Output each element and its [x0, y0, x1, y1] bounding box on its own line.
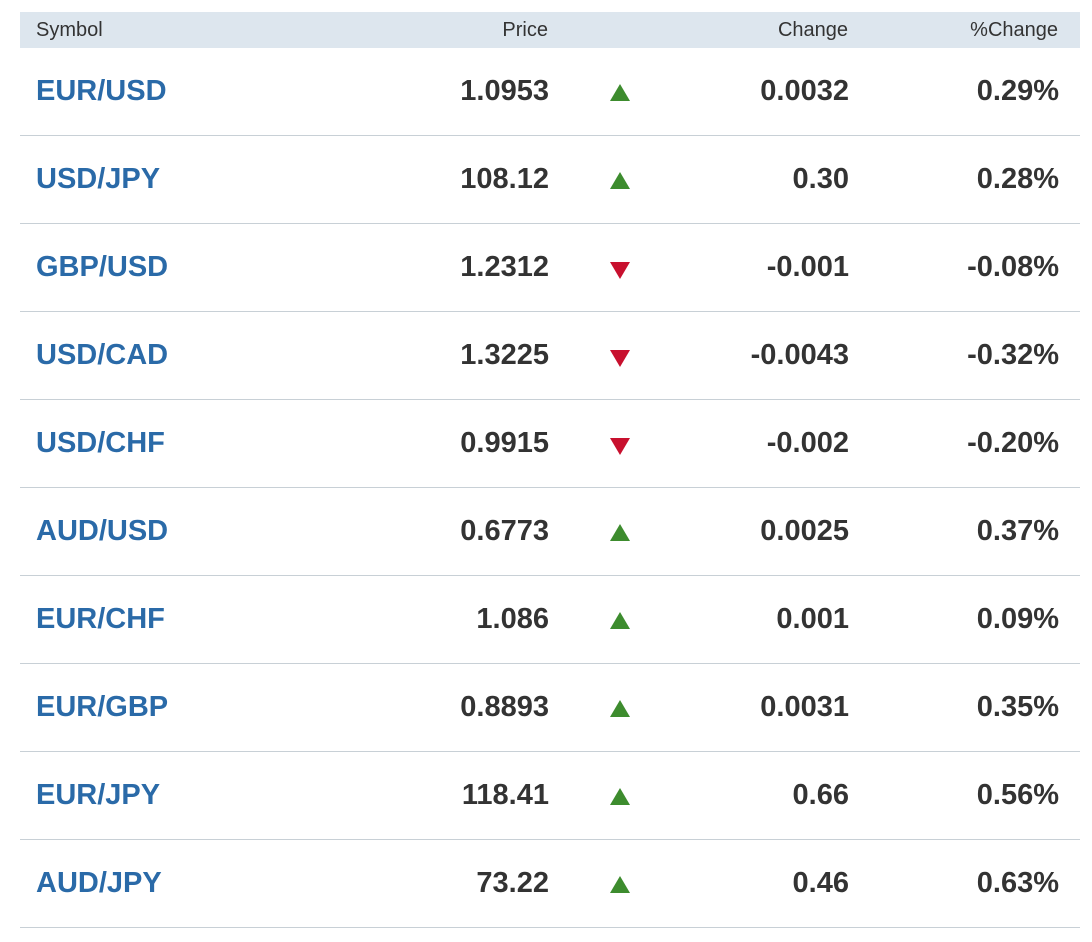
price-value: 1.2312: [460, 251, 549, 283]
change-value: 0.46: [792, 867, 849, 899]
price-value: 0.9915: [460, 427, 549, 459]
column-header-symbol[interactable]: Symbol: [36, 12, 103, 48]
symbol-link[interactable]: EUR/USD: [36, 48, 167, 135]
pct-change-value: 0.09%: [976, 603, 1059, 635]
table-row: EUR/JPY 118.41 0.66 0.56%: [20, 752, 1080, 840]
down-triangle-icon: [610, 438, 630, 455]
price-value: 1.086: [476, 603, 549, 635]
table-header: Symbol Price Change %Change: [20, 12, 1080, 48]
symbol-link[interactable]: GBP/USD: [36, 224, 168, 311]
pct-change-value: 0.63%: [976, 867, 1059, 899]
table-row: EUR/CHF 1.086 0.001 0.09%: [20, 576, 1080, 664]
table-row: EUR/USD 1.0953 0.0032 0.29%: [20, 48, 1080, 136]
symbol-link[interactable]: USD/JPY: [36, 136, 160, 223]
symbol-link[interactable]: EUR/CHF: [36, 576, 165, 663]
price-value: 73.22: [476, 867, 549, 899]
up-triangle-icon: [610, 172, 630, 189]
table-row: AUD/JPY 73.22 0.46 0.63%: [20, 840, 1080, 928]
table-row: USD/JPY 108.12 0.30 0.28%: [20, 136, 1080, 224]
pct-change-value: -0.20%: [967, 427, 1059, 459]
symbol-link[interactable]: EUR/JPY: [36, 752, 160, 839]
pct-change-value: -0.08%: [967, 251, 1059, 283]
price-value: 1.3225: [460, 339, 549, 371]
down-triangle-icon: [610, 350, 630, 367]
change-value: -0.0043: [750, 339, 849, 371]
change-value: 0.0031: [760, 691, 849, 723]
up-triangle-icon: [610, 876, 630, 893]
change-value: -0.002: [766, 427, 849, 459]
symbol-link[interactable]: USD/CHF: [36, 400, 165, 487]
price-value: 118.41: [461, 779, 549, 811]
pct-change-value: 0.35%: [976, 691, 1059, 723]
change-value: -0.001: [766, 251, 849, 283]
symbol-link[interactable]: EUR/GBP: [36, 664, 168, 751]
price-value: 1.0953: [460, 75, 549, 107]
up-triangle-icon: [610, 788, 630, 805]
price-value: 0.8893: [460, 691, 549, 723]
table-row: EUR/GBP 0.8893 0.0031 0.35%: [20, 664, 1080, 752]
up-triangle-icon: [610, 700, 630, 717]
up-triangle-icon: [610, 612, 630, 629]
pct-change-value: 0.29%: [976, 75, 1059, 107]
pct-change-value: 0.56%: [976, 779, 1059, 811]
price-value: 108.12: [460, 163, 549, 195]
table-row: GBP/USD 1.2312 -0.001 -0.08%: [20, 224, 1080, 312]
pct-change-value: 0.37%: [976, 515, 1059, 547]
table-row: USD/CHF 0.9915 -0.002 -0.20%: [20, 400, 1080, 488]
column-header-price[interactable]: Price: [502, 12, 548, 48]
change-value: 0.001: [776, 603, 849, 635]
up-triangle-icon: [610, 84, 630, 101]
column-header-pct-change[interactable]: %Change: [970, 12, 1058, 48]
symbol-link[interactable]: USD/CAD: [36, 312, 168, 399]
down-triangle-icon: [610, 262, 630, 279]
pct-change-value: -0.32%: [967, 339, 1059, 371]
table-row: USD/CAD 1.3225 -0.0043 -0.32%: [20, 312, 1080, 400]
change-value: 0.66: [792, 779, 849, 811]
currency-table: Symbol Price Change %Change EUR/USD 1.09…: [20, 12, 1080, 928]
price-value: 0.6773: [460, 515, 549, 547]
column-header-change[interactable]: Change: [778, 12, 848, 48]
table-row: AUD/USD 0.6773 0.0025 0.37%: [20, 488, 1080, 576]
change-value: 0.0032: [760, 75, 849, 107]
symbol-link[interactable]: AUD/JPY: [36, 840, 162, 927]
pct-change-value: 0.28%: [976, 163, 1059, 195]
symbol-link[interactable]: AUD/USD: [36, 488, 168, 575]
change-value: 0.30: [792, 163, 849, 195]
up-triangle-icon: [610, 524, 630, 541]
change-value: 0.0025: [760, 515, 849, 547]
